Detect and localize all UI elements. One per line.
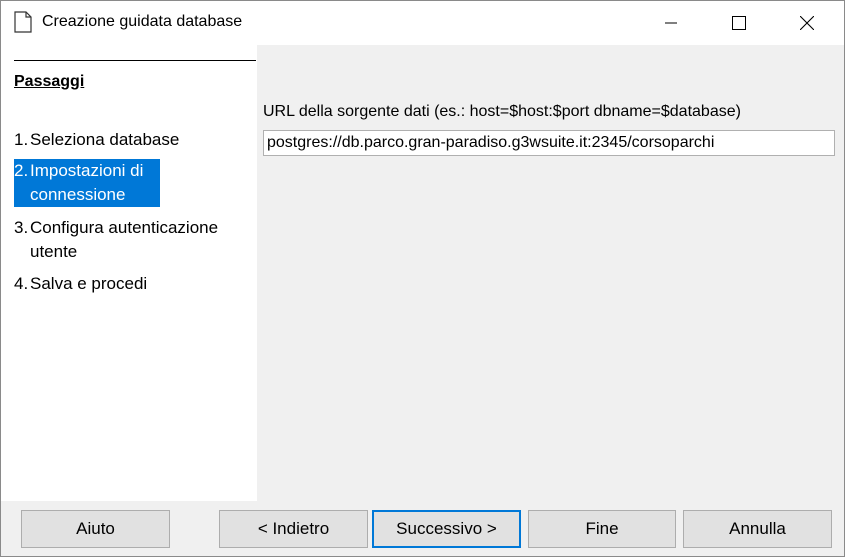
maximize-icon [732,16,746,30]
step-user-authentication[interactable]: 3. Configura autenticazione utente [14,216,244,264]
help-button[interactable]: Aiuto [21,510,170,548]
step-label: Salva e procedi [30,274,148,293]
wizard-window: Creazione guidata database Passaggi 1. Se… [0,0,845,557]
step-select-database[interactable]: 1. Seleziona database [14,128,244,152]
step-number: 1. [14,130,29,149]
next-label: Successivo > [396,519,497,538]
step-number: 4. [14,274,29,293]
step-connection-settings[interactable]: 2. Impostazioni di connessione [14,159,160,207]
step-label: Seleziona database [30,130,180,149]
window-title: Creazione guidata database [42,13,243,30]
finish-button[interactable]: Fine [528,510,676,548]
step-save-proceed[interactable]: 4. Salva e procedi [14,272,244,296]
title-bar: Creazione guidata database [1,1,844,45]
steps-divider [14,60,256,61]
step-label: Impostazioni di connessione [30,161,144,204]
cancel-label: Annulla [729,519,786,538]
url-label: URL della sorgente dati (es.: host=$host… [263,103,741,120]
back-button[interactable]: < Indietro [219,510,368,548]
finish-label: Fine [585,519,619,538]
step-number: 3. [14,218,29,237]
button-bar: Aiuto < Indietro Successivo > Fine Annul… [1,501,844,556]
cancel-button[interactable]: Annulla [683,510,832,548]
minimize-button[interactable] [648,1,694,45]
back-label: < Indietro [257,519,330,538]
next-button[interactable]: Successivo > [372,510,521,548]
connection-panel: URL della sorgente dati (es.: host=$host… [257,45,844,501]
help-label: Aiuto [76,519,115,538]
close-icon [800,16,814,30]
document-icon [14,11,32,33]
steps-title: Passaggi [14,73,85,90]
steps-panel: Passaggi 1. Seleziona database 2. Impostaz… [1,45,257,501]
minimize-icon [665,22,677,24]
step-label: Configura autenticazione utente [30,218,219,261]
maximize-button[interactable] [716,1,762,45]
step-number: 2. [14,161,29,180]
url-input[interactable] [263,130,835,156]
close-button[interactable] [784,1,830,45]
